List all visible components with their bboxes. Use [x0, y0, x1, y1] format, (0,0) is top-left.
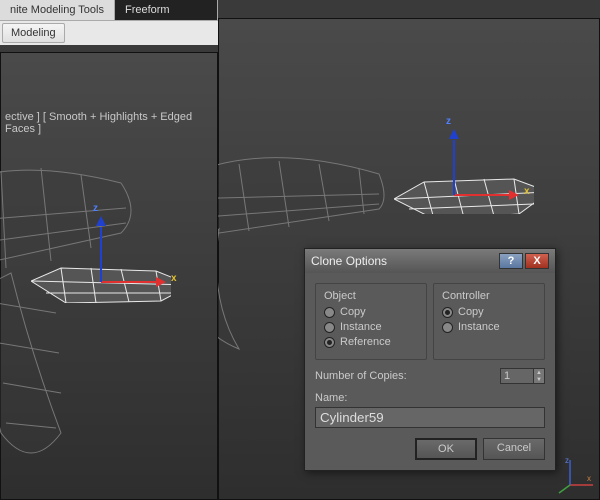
radio-controller-copy[interactable]: Copy — [442, 306, 536, 318]
radio-object-copy[interactable]: Copy — [324, 306, 418, 318]
controller-group: Controller Copy Instance — [433, 283, 545, 360]
dialog-title: Clone Options — [311, 254, 497, 268]
radio-label: Reference — [340, 336, 391, 348]
axis-label-x: x — [524, 186, 530, 197]
ribbon-tab-freeform[interactable]: Freeform — [115, 0, 218, 20]
radio-label: Copy — [340, 306, 366, 318]
ribbon-tab-modeling-tools[interactable]: nite Modeling Tools — [0, 0, 115, 20]
viewport-label: ective ] [ Smooth + Highlights + Edged F… — [5, 111, 217, 135]
svg-text:x: x — [587, 474, 591, 483]
axis-label-z: z — [446, 116, 451, 127]
help-button[interactable]: ? — [499, 253, 523, 269]
copies-value: 1 — [501, 369, 533, 383]
radio-icon — [442, 307, 453, 318]
radio-icon — [324, 322, 335, 333]
car-mesh-left — [0, 153, 201, 483]
dialog-titlebar[interactable]: Clone Options ? X — [305, 249, 555, 273]
copies-label: Number of Copies: — [315, 370, 407, 382]
object-legend: Object — [324, 290, 418, 302]
radio-object-reference[interactable]: Reference — [324, 336, 418, 348]
cancel-button[interactable]: Cancel — [483, 438, 545, 460]
svg-text:z: z — [565, 456, 569, 465]
controller-legend: Controller — [442, 290, 536, 302]
copies-spinner[interactable]: 1 ▲ ▼ — [500, 368, 545, 384]
radio-label: Instance — [458, 321, 500, 333]
radio-icon — [324, 307, 335, 318]
radio-object-instance[interactable]: Instance — [324, 321, 418, 333]
spinner-up-icon[interactable]: ▲ — [534, 369, 544, 376]
radio-label: Copy — [458, 306, 484, 318]
axis-label-z-left: z — [93, 203, 98, 214]
corner-axis-gizmo: x z — [555, 455, 595, 495]
ribbon-group-modeling[interactable]: Modeling — [2, 23, 65, 43]
object-group: Object Copy Instance Reference — [315, 283, 427, 360]
name-input[interactable] — [315, 407, 545, 428]
ok-button[interactable]: OK — [415, 438, 477, 460]
radio-controller-instance[interactable]: Instance — [442, 321, 536, 333]
ribbon: nite Modeling Tools Freeform Modeling — [0, 0, 218, 45]
axis-label-x-left: x — [171, 273, 177, 284]
viewport-left[interactable]: ective ] [ Smooth + Highlights + Edged F… — [0, 52, 218, 500]
close-button[interactable]: X — [525, 253, 549, 269]
spinner-down-icon[interactable]: ▼ — [534, 376, 544, 383]
radio-label: Instance — [340, 321, 382, 333]
clone-options-dialog: Clone Options ? X Object Copy Instance R… — [304, 248, 556, 471]
radio-icon — [324, 337, 335, 348]
name-label: Name: — [315, 392, 545, 404]
radio-icon — [442, 322, 453, 333]
